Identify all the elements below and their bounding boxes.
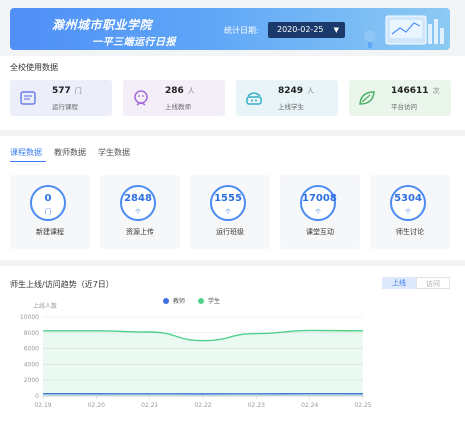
metric-unit: 个	[224, 209, 231, 216]
stat-value: 8249	[278, 86, 304, 96]
metric-ring: 17008 个	[300, 185, 337, 221]
x-tick-label: 02.21	[141, 402, 158, 409]
metric-value: 0	[44, 193, 52, 204]
metric-ring: 2848 个	[120, 185, 156, 221]
x-tick-label: 02.25	[354, 402, 371, 409]
stat-card-visits: 146611 次 平台访问	[349, 80, 451, 116]
metric-ring: 0 门	[30, 185, 66, 221]
x-tick-label: 02.24	[301, 402, 318, 409]
date-select[interactable]: 2020-02-25 ▼	[268, 22, 345, 38]
metric-resource-uploads: 2848 个 资源上传	[100, 175, 180, 249]
overview-title: 全校使用数据	[10, 63, 58, 72]
x-tick-label: 02.22	[194, 402, 211, 409]
y-tick-label: 6000	[24, 346, 39, 353]
caret-down-icon: ▼	[333, 26, 339, 34]
metric-active-classes: 1555 个 运行班级	[190, 175, 270, 249]
metric-new-courses: 0 门 新建课程	[10, 175, 90, 249]
stat-label: 平台访问	[391, 103, 417, 111]
header-banner: 滁州城市职业学院 一平三端运行日报 统计日期: 2020-02-25 ▼	[10, 8, 450, 50]
school-name: 滁州城市职业学院	[52, 18, 153, 32]
y-tick-label: 0	[35, 393, 39, 400]
active-tab-underline	[10, 161, 46, 162]
stat-label: 运行课程	[52, 103, 78, 111]
y-tick-label: 10000	[20, 314, 39, 321]
metric-ring: 1555 个	[210, 185, 246, 221]
stat-card-teachers: 286 人 上线教师	[123, 80, 225, 116]
metric-unit: 门	[44, 209, 51, 216]
student-icon	[246, 92, 262, 105]
monitor-illustration-icon	[364, 15, 444, 48]
tab-teacher-data[interactable]: 教师数据	[54, 147, 86, 158]
metric-label: 课堂互动	[306, 228, 334, 236]
stat-label: 上线学生	[278, 103, 304, 111]
metric-label: 资源上传	[126, 228, 154, 236]
metric-unit: 个	[314, 209, 321, 216]
metric-value: 5304	[394, 193, 422, 204]
metric-label: 师生讨论	[396, 228, 424, 236]
stat-card-courses: 577 门 运行课程	[10, 80, 112, 116]
stat-value: 146611	[391, 86, 429, 96]
metric-label: 运行班级	[216, 228, 244, 236]
metric-value: 1555	[214, 193, 242, 204]
metric-unit: 个	[404, 209, 411, 216]
y-tick-label: 2000	[24, 377, 39, 384]
stat-unit: 门	[74, 87, 82, 95]
course-book-icon	[20, 91, 36, 105]
date-value: 2020-02-25	[277, 25, 324, 34]
metric-value: 2848	[124, 193, 152, 204]
metric-label: 新建课程	[36, 228, 64, 236]
tab-student-data[interactable]: 学生数据	[98, 147, 130, 158]
report-title: 一平三端运行日报	[92, 37, 176, 48]
toggle-online-button[interactable]: 上线	[382, 277, 416, 289]
metric-class-interactions: 17008 个 课堂互动	[280, 175, 360, 249]
teacher-icon	[134, 90, 148, 106]
platform-leaf-icon	[359, 91, 375, 105]
trend-chart: 上线人数 0 2000 4000 6000 8000 10000 02.19 02.20 02.2…	[20, 302, 372, 409]
y-tick-label: 8000	[24, 330, 39, 337]
toggle-visit-button[interactable]: 访问	[416, 277, 450, 289]
stat-label: 上线教师	[165, 103, 191, 111]
stat-value: 577	[52, 86, 71, 96]
date-label: 统计日期:	[224, 26, 259, 35]
tab-course-data[interactable]: 课程数据	[10, 147, 42, 158]
x-tick-label: 02.19	[34, 402, 51, 409]
metric-value: 17008	[302, 193, 337, 204]
stat-card-students: 8249 人 上线学生	[236, 80, 338, 116]
stat-unit: 人	[187, 87, 195, 95]
x-tick-label: 02.23	[248, 402, 265, 409]
metric-discussions: 5304 个 师生讨论	[370, 175, 450, 249]
y-axis-label: 上线人数	[33, 302, 57, 310]
y-tick-label: 4000	[24, 361, 39, 368]
trend-title: 师生上线/访问趋势（近7日）	[10, 280, 114, 289]
metric-ring: 5304 个	[390, 185, 426, 221]
stat-value: 286	[165, 86, 184, 96]
stat-unit: 人	[307, 87, 315, 95]
stat-unit: 次	[432, 87, 440, 95]
metric-unit: 个	[134, 209, 141, 216]
x-tick-label: 02.20	[88, 402, 105, 409]
